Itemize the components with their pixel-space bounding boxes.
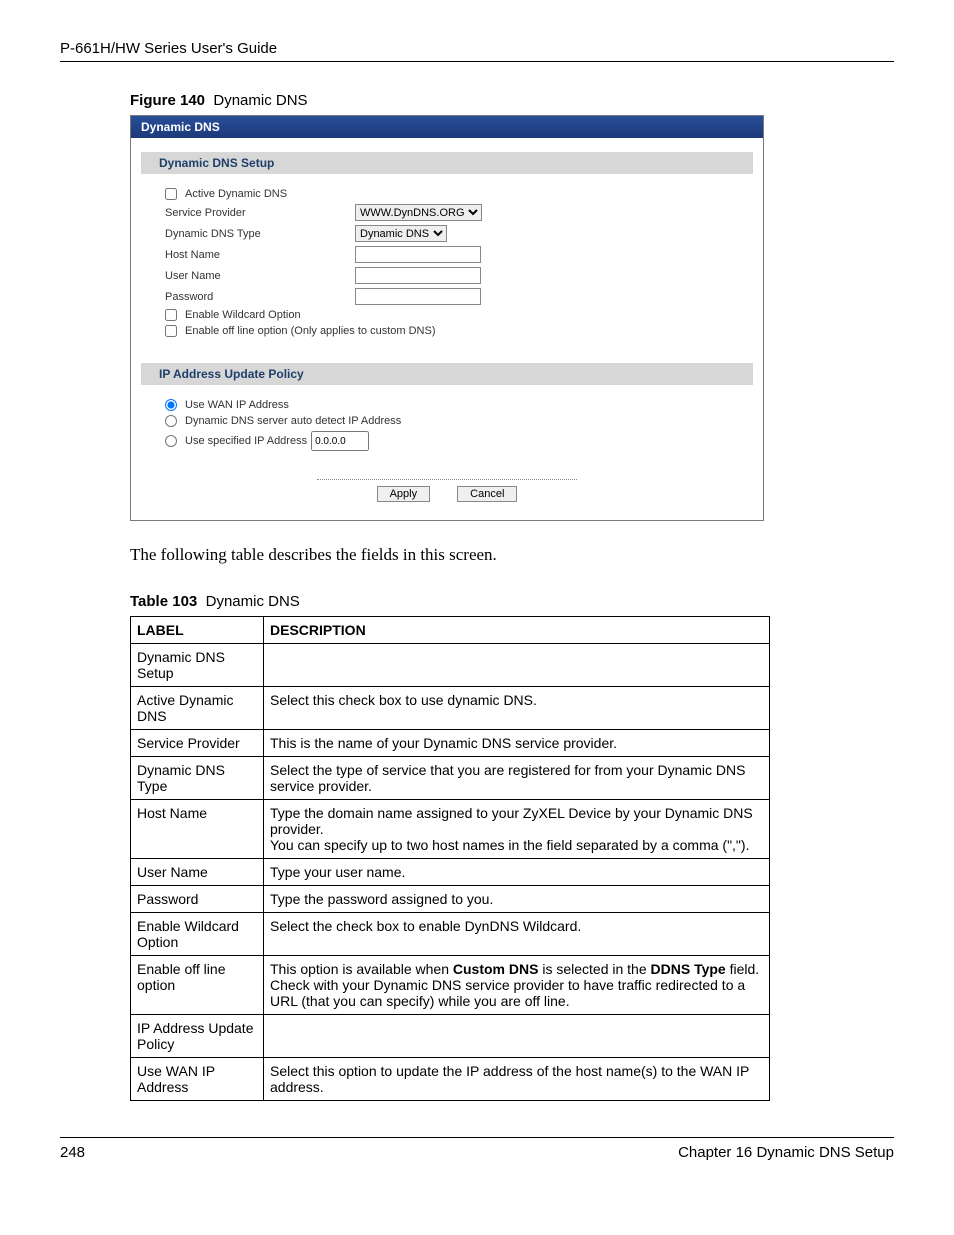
- figure-title: Dynamic DNS: [213, 92, 307, 109]
- table-cell-label: Password: [131, 886, 264, 913]
- ddns-type-label: Dynamic DNS Type: [165, 228, 355, 240]
- table-caption-title: Dynamic DNS: [206, 593, 300, 610]
- table-cell-label: User Name: [131, 859, 264, 886]
- section-ip-policy: IP Address Update Policy: [141, 363, 753, 385]
- table-cell-description: Type the domain name assigned to your Zy…: [264, 800, 770, 859]
- ddns-type-select[interactable]: Dynamic DNS: [355, 225, 447, 242]
- apply-button[interactable]: Apply: [377, 486, 431, 502]
- cancel-button[interactable]: Cancel: [457, 486, 517, 502]
- table-cell-description: Select this option to update the IP addr…: [264, 1058, 770, 1101]
- specified-ip-input[interactable]: [311, 431, 369, 451]
- table-cell-label: Host Name: [131, 800, 264, 859]
- table-row: IP Address Update Policy: [131, 1015, 770, 1058]
- table-cell-description: Select the type of service that you are …: [264, 757, 770, 800]
- table-caption: Table 103 Dynamic DNS: [60, 593, 894, 610]
- table-header-description: DESCRIPTION: [264, 617, 770, 644]
- figure-label: Figure 140: [130, 92, 205, 109]
- password-label: Password: [165, 291, 355, 303]
- active-ddns-label: Active Dynamic DNS: [185, 188, 287, 200]
- user-name-label: User Name: [165, 270, 355, 282]
- table-row: Active Dynamic DNSSelect this check box …: [131, 687, 770, 730]
- use-wan-ip-radio[interactable]: [165, 399, 177, 411]
- enable-wildcard-label: Enable Wildcard Option: [185, 309, 301, 321]
- host-name-label: Host Name: [165, 249, 355, 261]
- use-wan-ip-label: Use WAN IP Address: [185, 399, 289, 411]
- table-row: Dynamic DNS TypeSelect the type of servi…: [131, 757, 770, 800]
- page-footer: 248 Chapter 16 Dynamic DNS Setup: [60, 1137, 894, 1161]
- table-cell-description: Type the password assigned to you.: [264, 886, 770, 913]
- table-row: Use WAN IP AddressSelect this option to …: [131, 1058, 770, 1101]
- table-row: Enable Wildcard OptionSelect the check b…: [131, 913, 770, 956]
- table-row: User NameType your user name.: [131, 859, 770, 886]
- table-header-label: LABEL: [131, 617, 264, 644]
- table-cell-label: IP Address Update Policy: [131, 1015, 264, 1058]
- table-cell-description: Type your user name.: [264, 859, 770, 886]
- table-cell-description: Select this check box to use dynamic DNS…: [264, 687, 770, 730]
- table-cell-label: Use WAN IP Address: [131, 1058, 264, 1101]
- table-cell-label: Dynamic DNS Setup: [131, 644, 264, 687]
- host-name-input[interactable]: [355, 246, 481, 263]
- table-row: PasswordType the password assigned to yo…: [131, 886, 770, 913]
- page-number: 248: [60, 1144, 85, 1161]
- use-specified-radio[interactable]: [165, 435, 177, 447]
- table-row: Dynamic DNS Setup: [131, 644, 770, 687]
- table-cell-description: [264, 1015, 770, 1058]
- body-text: The following table describes the fields…: [130, 545, 894, 565]
- table-cell-description: [264, 644, 770, 687]
- enable-wildcard-checkbox[interactable]: [165, 309, 177, 321]
- table-cell-label: Active Dynamic DNS: [131, 687, 264, 730]
- table-row: Service ProviderThis is the name of your…: [131, 730, 770, 757]
- dynamic-dns-panel: Dynamic DNS Dynamic DNS Setup Active Dyn…: [130, 115, 764, 521]
- table-cell-description: This option is available when Custom DNS…: [264, 956, 770, 1015]
- chapter-label: Chapter 16 Dynamic DNS Setup: [678, 1144, 894, 1161]
- enable-offline-checkbox[interactable]: [165, 325, 177, 337]
- enable-offline-label: Enable off line option (Only applies to …: [185, 325, 435, 337]
- table-cell-label: Dynamic DNS Type: [131, 757, 264, 800]
- table-cell-description: This is the name of your Dynamic DNS ser…: [264, 730, 770, 757]
- page-header: P-661H/HW Series User's Guide: [60, 40, 894, 57]
- password-input[interactable]: [355, 288, 481, 305]
- service-provider-label: Service Provider: [165, 207, 355, 219]
- table-row: Enable off line optionThis option is ava…: [131, 956, 770, 1015]
- header-rule: [60, 61, 894, 62]
- description-table: LABEL DESCRIPTION Dynamic DNS SetupActiv…: [130, 616, 770, 1101]
- table-cell-description: Select the check box to enable DynDNS Wi…: [264, 913, 770, 956]
- service-provider-select[interactable]: WWW.DynDNS.ORG: [355, 204, 482, 221]
- table-row: Host NameType the domain name assigned t…: [131, 800, 770, 859]
- table-caption-label: Table 103: [130, 593, 197, 610]
- auto-detect-radio[interactable]: [165, 415, 177, 427]
- figure-caption: Figure 140 Dynamic DNS: [60, 92, 894, 109]
- table-cell-label: Service Provider: [131, 730, 264, 757]
- panel-titlebar: Dynamic DNS: [131, 116, 763, 138]
- use-specified-label: Use specified IP Address: [185, 435, 307, 447]
- table-cell-label: Enable off line option: [131, 956, 264, 1015]
- auto-detect-label: Dynamic DNS server auto detect IP Addres…: [185, 415, 401, 427]
- active-ddns-checkbox[interactable]: [165, 188, 177, 200]
- user-name-input[interactable]: [355, 267, 481, 284]
- section-ddns-setup: Dynamic DNS Setup: [141, 152, 753, 174]
- button-separator: [317, 479, 577, 480]
- table-cell-label: Enable Wildcard Option: [131, 913, 264, 956]
